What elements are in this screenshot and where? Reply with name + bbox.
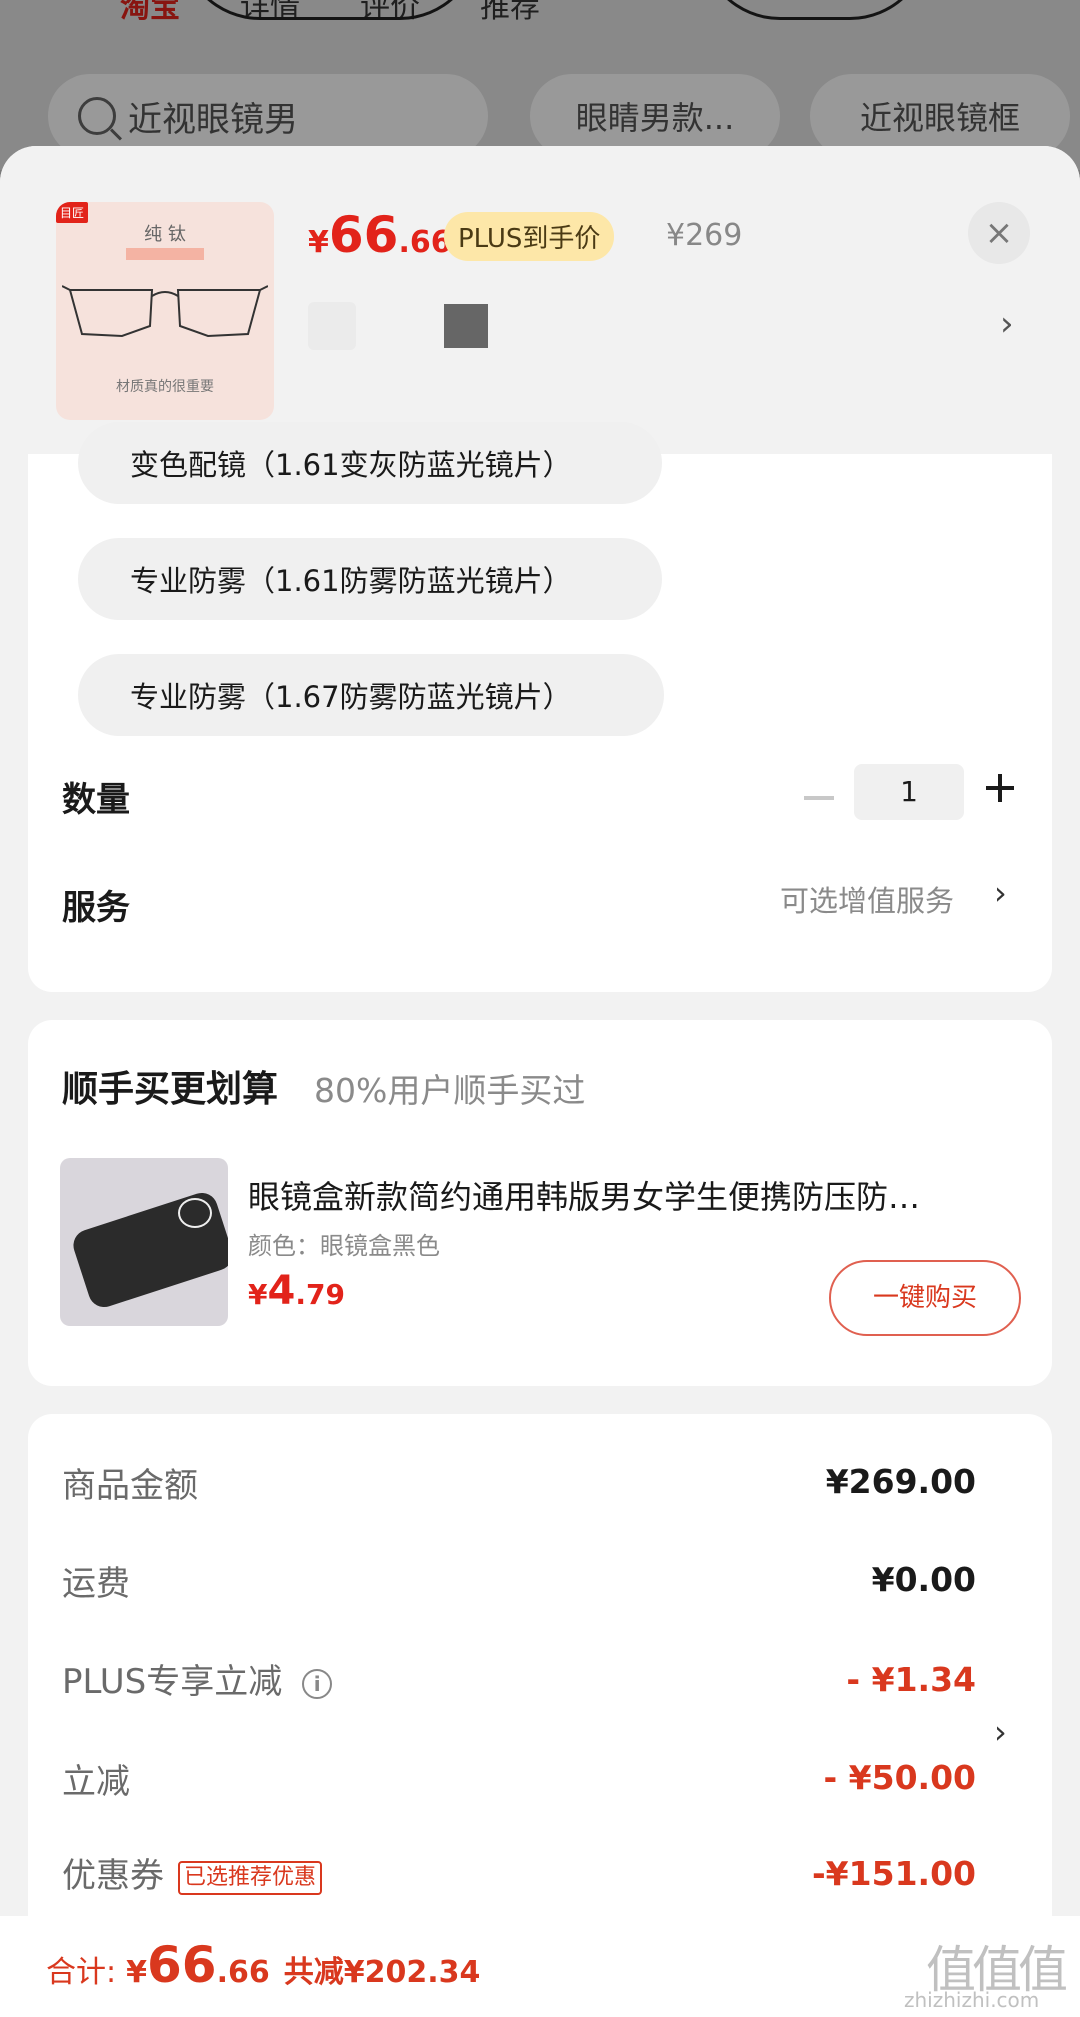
total-label: 合计: <box>46 1955 117 1990</box>
quantity-decrease-button[interactable] <box>804 796 834 800</box>
price-currency: ¥ <box>308 225 329 260</box>
plus-price-badge: PLUS到手价 <box>444 212 615 261</box>
chevron-right-icon[interactable]: › <box>1000 304 1014 344</box>
color-swatch[interactable] <box>444 304 488 348</box>
thumb-ribbon <box>126 248 204 260</box>
bg-tab-brand: 淘宝 <box>120 0 180 25</box>
goods-amount-label: 商品金额 <box>62 1466 198 1506</box>
coupon-value[interactable]: -¥151.00 <box>812 1854 976 1893</box>
bundle-item-image[interactable] <box>60 1158 228 1326</box>
total-integer: 66 <box>146 1936 217 1994</box>
original-price: ¥269 <box>666 218 743 253</box>
price-integer: 66 <box>328 206 399 264</box>
sku-price: ¥ 66 .66 <box>308 206 452 264</box>
bg-search-text: 近视眼镜男 <box>128 99 298 140</box>
bundle-price-decimal: .79 <box>295 1278 345 1311</box>
chevron-right-icon[interactable]: › <box>994 1713 1007 1751</box>
total-currency: ¥ <box>126 1955 147 1990</box>
quantity-label: 数量 <box>62 780 130 820</box>
total-price: 合计: ¥ 66 .66 共减¥202.34 <box>46 1936 480 1994</box>
watermark-url: zhizhizhi.com <box>904 1988 1040 2012</box>
bundle-item-name[interactable]: 眼镜盒新款简约通用韩版男女学生便携防压防… <box>248 1172 1028 1218</box>
one-click-buy-button[interactable]: 一键购买 <box>829 1260 1021 1336</box>
glasses-icon <box>62 285 268 338</box>
product-thumbnail[interactable]: 目匠 纯 钛 材质真的很重要 <box>56 202 274 420</box>
sheet-header: 目匠 纯 钛 材质真的很重要 ¥ 66 .66 PLUS到手价 ¥269 × › <box>0 146 1080 456</box>
quantity-increase-button[interactable] <box>980 768 1020 808</box>
bundle-item-price: ¥ 4 .79 <box>248 1268 345 1314</box>
shipping-label: 运费 <box>62 1564 130 1604</box>
search-icon <box>78 97 116 135</box>
checkout-bar: 合计: ¥ 66 .66 共减¥202.34 值值值 zhizhizhi.com <box>0 1916 1080 2017</box>
color-swatch[interactable] <box>308 302 356 350</box>
service-label: 服务 <box>62 888 130 928</box>
bg-glasses-image-right <box>700 0 930 20</box>
bg-tab-recommend: 推荐 <box>480 0 540 25</box>
bundle-price-currency: ¥ <box>248 1278 268 1311</box>
total-decimal: .66 <box>216 1955 270 1990</box>
total-saved: 共减¥202.34 <box>283 1955 481 1990</box>
close-icon: × <box>984 213 1014 253</box>
case-logo-icon <box>178 1198 212 1228</box>
lens-option[interactable]: 变色配镜（1.61变灰防蓝光镜片） <box>78 422 662 504</box>
bundle-price-integer: 4 <box>267 1268 296 1314</box>
plus-discount-value: - ¥1.34 <box>846 1660 976 1699</box>
background-page: 淘宝 详情 评价 推荐 近视眼镜男 眼睛男款... 近视眼镜框 <box>0 0 1080 170</box>
lens-option[interactable]: 专业防雾（1.67防雾防蓝光镜片） <box>78 654 664 736</box>
thumb-caption: 材质真的很重要 <box>116 379 214 395</box>
coupon-text: 优惠券 <box>62 1856 164 1896</box>
sku-bottom-sheet: 目匠 纯 钛 材质真的很重要 ¥ 66 .66 PLUS到手价 ¥269 × ›… <box>0 146 1080 2017</box>
chevron-right-icon[interactable]: › <box>994 874 1007 912</box>
instant-discount-value: - ¥50.00 <box>823 1758 976 1797</box>
instant-discount-label: 立减 <box>62 1762 130 1802</box>
coupon-tag: 已选推荐优惠 <box>178 1860 323 1895</box>
plus-discount-label: PLUS专享立减 i <box>62 1654 333 1703</box>
goods-amount-value: ¥269.00 <box>825 1462 976 1501</box>
lens-option[interactable]: 专业防雾（1.61防雾防蓝光镜片） <box>78 538 662 620</box>
service-selector[interactable]: 可选增值服务 <box>780 878 954 920</box>
thumb-title: 纯 钛 <box>144 224 186 245</box>
close-button[interactable]: × <box>968 202 1030 264</box>
bundle-title: 顺手买更划算 <box>62 1069 279 1110</box>
bundle-item-color: 颜色：眼镜盒黑色 <box>248 1232 440 1260</box>
bundle-subtitle: 80%用户顺手买过 <box>314 1071 586 1110</box>
shipping-value: ¥0.00 <box>871 1560 976 1599</box>
info-icon[interactable]: i <box>302 1668 333 1699</box>
bundle-card: 顺手买更划算 80%用户顺手买过 眼镜盒新款简约通用韩版男女学生便携防压防… 颜… <box>28 1020 1052 1386</box>
quantity-input[interactable]: 1 <box>854 764 964 820</box>
plus-discount-text: PLUS专享立减 <box>62 1662 283 1702</box>
options-card: 变色配镜（1.61变灰防蓝光镜片） 专业防雾（1.61防雾防蓝光镜片） 专业防雾… <box>28 422 1052 992</box>
coupon-label[interactable]: 优惠券 已选推荐优惠 <box>62 1848 323 1897</box>
